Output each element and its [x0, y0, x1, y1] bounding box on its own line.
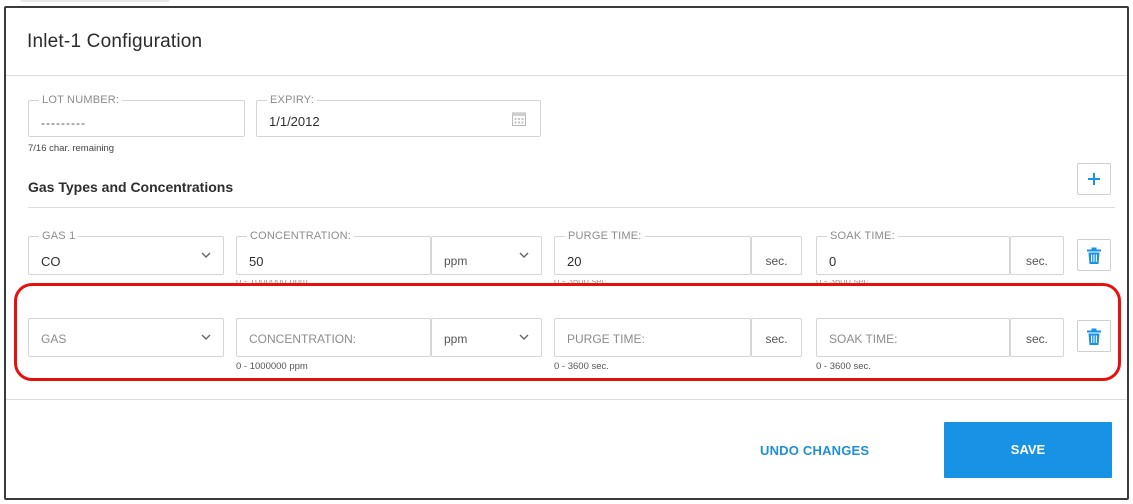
- gas-section-title: Gas Types and Concentrations: [28, 179, 234, 195]
- soak-time-input[interactable]: SOAK TIME: 0: [816, 230, 1010, 275]
- unit-select[interactable]: ppm: [431, 318, 542, 357]
- purge-time-label: PURGE TIME:: [565, 230, 645, 243]
- section-divider: [28, 207, 1115, 208]
- delete-row-button[interactable]: [1077, 239, 1111, 271]
- gas-select-label: GAS 1: [39, 230, 79, 243]
- gas-select-placeholder: GAS: [41, 332, 67, 346]
- concentration-hint: 0 - 1000000 ppm: [236, 280, 308, 286]
- dialog-title: Inlet-1 Configuration: [27, 31, 203, 52]
- purge-unit-box: sec.: [751, 318, 802, 357]
- chevron-down-icon: [201, 252, 211, 258]
- unit-select[interactable]: ppm: [431, 236, 542, 275]
- trash-icon: [1087, 247, 1101, 264]
- concentration-label: CONCENTRATION:: [247, 230, 354, 243]
- expiry-label: EXPIRY:: [267, 94, 317, 107]
- soak-time-label: SOAK TIME:: [827, 230, 898, 243]
- lot-number-label: LOT NUMBER:: [39, 94, 123, 107]
- soak-unit-box: sec.: [1010, 236, 1064, 275]
- purge-time-input[interactable]: PURGE TIME:: [554, 318, 751, 357]
- soak-time-input[interactable]: SOAK TIME:: [816, 318, 1010, 357]
- chevron-down-icon: [519, 334, 529, 340]
- trash-icon: [1087, 328, 1101, 345]
- purge-time-value[interactable]: 20: [567, 254, 581, 269]
- title-divider: [6, 75, 1127, 76]
- soak-unit-label: sec.: [1025, 254, 1048, 268]
- soak-time-hint: 0 - 3600 sec.: [816, 280, 871, 286]
- expiry-value[interactable]: 1/1/2012: [269, 114, 320, 129]
- soak-time-hint: 0 - 3600 sec.: [816, 361, 871, 372]
- lot-number-field[interactable]: LOT NUMBER: ---------: [28, 94, 245, 137]
- purge-time-placeholder: PURGE TIME:: [567, 332, 645, 346]
- expiry-field[interactable]: EXPIRY: 1/1/2012: [256, 94, 541, 137]
- gas-select[interactable]: GAS: [28, 318, 224, 357]
- purge-time-hint: 0 - 3600 sec.: [554, 361, 609, 372]
- concentration-placeholder: CONCENTRATION:: [249, 332, 357, 346]
- gas-select-value: CO: [41, 254, 61, 269]
- footer-divider: [6, 399, 1127, 400]
- purge-unit-label: sec.: [765, 332, 788, 346]
- concentration-input[interactable]: CONCENTRATION: 50: [236, 230, 431, 275]
- purge-time-hint: 0 - 3600 sec.: [554, 280, 609, 286]
- chevron-down-icon: [201, 334, 211, 340]
- concentration-input[interactable]: CONCENTRATION:: [236, 318, 431, 357]
- unit-select-value: ppm: [444, 332, 468, 346]
- gas-select[interactable]: GAS 1 CO: [28, 230, 224, 275]
- calendar-icon[interactable]: [512, 111, 526, 126]
- soak-unit-box: sec.: [1010, 318, 1064, 357]
- concentration-hint: 0 - 1000000 ppm: [236, 361, 308, 372]
- delete-row-button[interactable]: [1077, 320, 1111, 352]
- concentration-value[interactable]: 50: [249, 254, 263, 269]
- plus-icon: [1088, 173, 1100, 185]
- save-button[interactable]: SAVE: [944, 422, 1112, 478]
- undo-changes-button[interactable]: UNDO CHANGES: [760, 443, 869, 458]
- purge-time-input[interactable]: PURGE TIME: 20: [554, 230, 751, 275]
- configuration-dialog: Inlet-1 Configuration LOT NUMBER: ------…: [0, 0, 1133, 504]
- soak-unit-label: sec.: [1025, 332, 1048, 346]
- purge-unit-label: sec.: [765, 254, 788, 268]
- lot-number-hint: 7/16 char. remaining: [28, 143, 115, 154]
- soak-time-placeholder: SOAK TIME:: [829, 332, 898, 346]
- add-gas-button[interactable]: [1077, 163, 1111, 195]
- soak-time-value[interactable]: 0: [829, 254, 836, 269]
- lot-number-value[interactable]: ---------: [41, 116, 86, 130]
- purge-unit-box: sec.: [751, 236, 802, 275]
- unit-select-value: ppm: [444, 254, 468, 268]
- chevron-down-icon: [519, 252, 529, 258]
